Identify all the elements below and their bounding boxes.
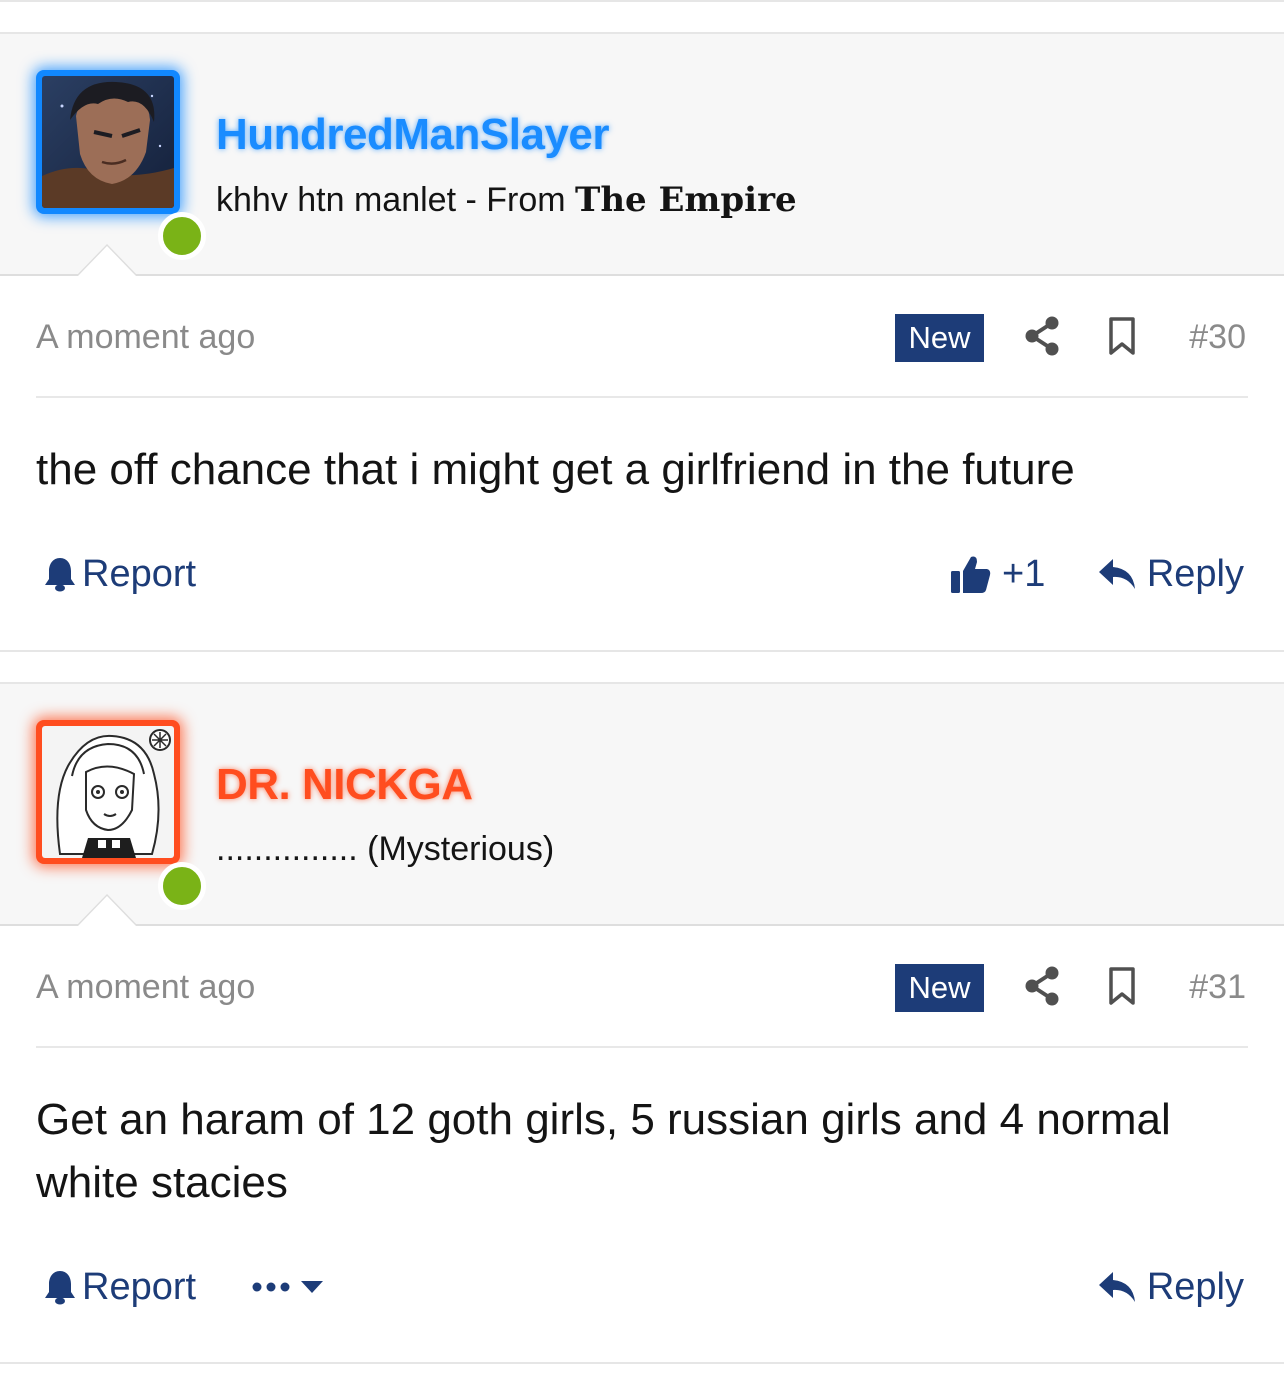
- bell-icon: [45, 558, 75, 592]
- speech-arrow: [76, 894, 138, 926]
- online-indicator-icon: [158, 862, 206, 910]
- report-label: Report: [82, 552, 197, 595]
- online-indicator-icon: [158, 212, 206, 260]
- post-meta: A moment ago New #31: [0, 926, 1284, 1046]
- post-31: DR. NICKGA ............... (Mysterious) …: [0, 682, 1284, 1364]
- reply-arrow-icon: [1098, 559, 1135, 589]
- reply-arrow-icon: [1098, 1272, 1135, 1302]
- report-label: Report: [82, 1265, 197, 1308]
- like-button[interactable]: +1: [950, 544, 1045, 604]
- user-title-gothic: The Empire: [575, 180, 797, 220]
- post-timestamp[interactable]: A moment ago: [36, 318, 255, 357]
- username[interactable]: DR. NICKGA: [216, 760, 473, 810]
- post-meta: A moment ago New #30: [0, 276, 1284, 396]
- bookmark-icon[interactable]: [1106, 966, 1138, 1006]
- avatar[interactable]: [36, 720, 206, 910]
- post-30: HundredManSlayer khhv htn manlet - From …: [0, 32, 1284, 652]
- avatar[interactable]: [36, 70, 206, 260]
- report-button[interactable]: Report: [44, 544, 196, 604]
- post-message: Get an haram of 12 goth girls, 5 russian…: [36, 1095, 1171, 1207]
- bookmark-icon[interactable]: [1106, 316, 1138, 356]
- speech-arrow: [76, 244, 138, 276]
- share-icon[interactable]: [1024, 966, 1060, 1006]
- avatar-image: [42, 76, 174, 208]
- reply-label: Reply: [1146, 552, 1244, 595]
- post-message: the off chance that i might get a girlfr…: [36, 445, 1075, 494]
- post-timestamp[interactable]: A moment ago: [36, 968, 255, 1007]
- thread-page: HundredManSlayer khhv htn manlet - From …: [0, 0, 1284, 1380]
- report-button[interactable]: Report: [44, 1257, 196, 1317]
- top-divider: [0, 0, 1284, 2]
- reply-label: Reply: [1146, 1265, 1244, 1308]
- user-title: khhv htn manlet - From The Empire: [216, 180, 797, 220]
- caret-down-icon: [301, 1281, 323, 1293]
- thumbs-up-icon: [951, 556, 991, 593]
- user-header: DR. NICKGA ............... (Mysterious): [0, 684, 1284, 926]
- user-header: HundredManSlayer khhv htn manlet - From …: [0, 34, 1284, 276]
- username[interactable]: HundredManSlayer: [216, 110, 609, 160]
- post-actions: Report +1 Reply: [0, 544, 1284, 604]
- like-count: +1: [1002, 552, 1046, 595]
- avatar-image: [42, 726, 174, 858]
- new-badge: New: [895, 964, 984, 1012]
- ellipsis-icon: [252, 1282, 290, 1292]
- post-actions: Report Reply: [0, 1257, 1284, 1317]
- bell-icon: [45, 1271, 75, 1305]
- new-badge: New: [895, 314, 984, 362]
- reply-button[interactable]: Reply: [1097, 544, 1244, 604]
- reply-button[interactable]: Reply: [1097, 1257, 1244, 1317]
- more-options-button[interactable]: [252, 1257, 324, 1317]
- post-number[interactable]: #30: [1189, 318, 1246, 357]
- share-icon[interactable]: [1024, 316, 1060, 356]
- user-title-text: khhv htn manlet - From: [216, 181, 576, 219]
- user-title: ............... (Mysterious): [216, 830, 555, 868]
- post-number[interactable]: #31: [1189, 968, 1246, 1007]
